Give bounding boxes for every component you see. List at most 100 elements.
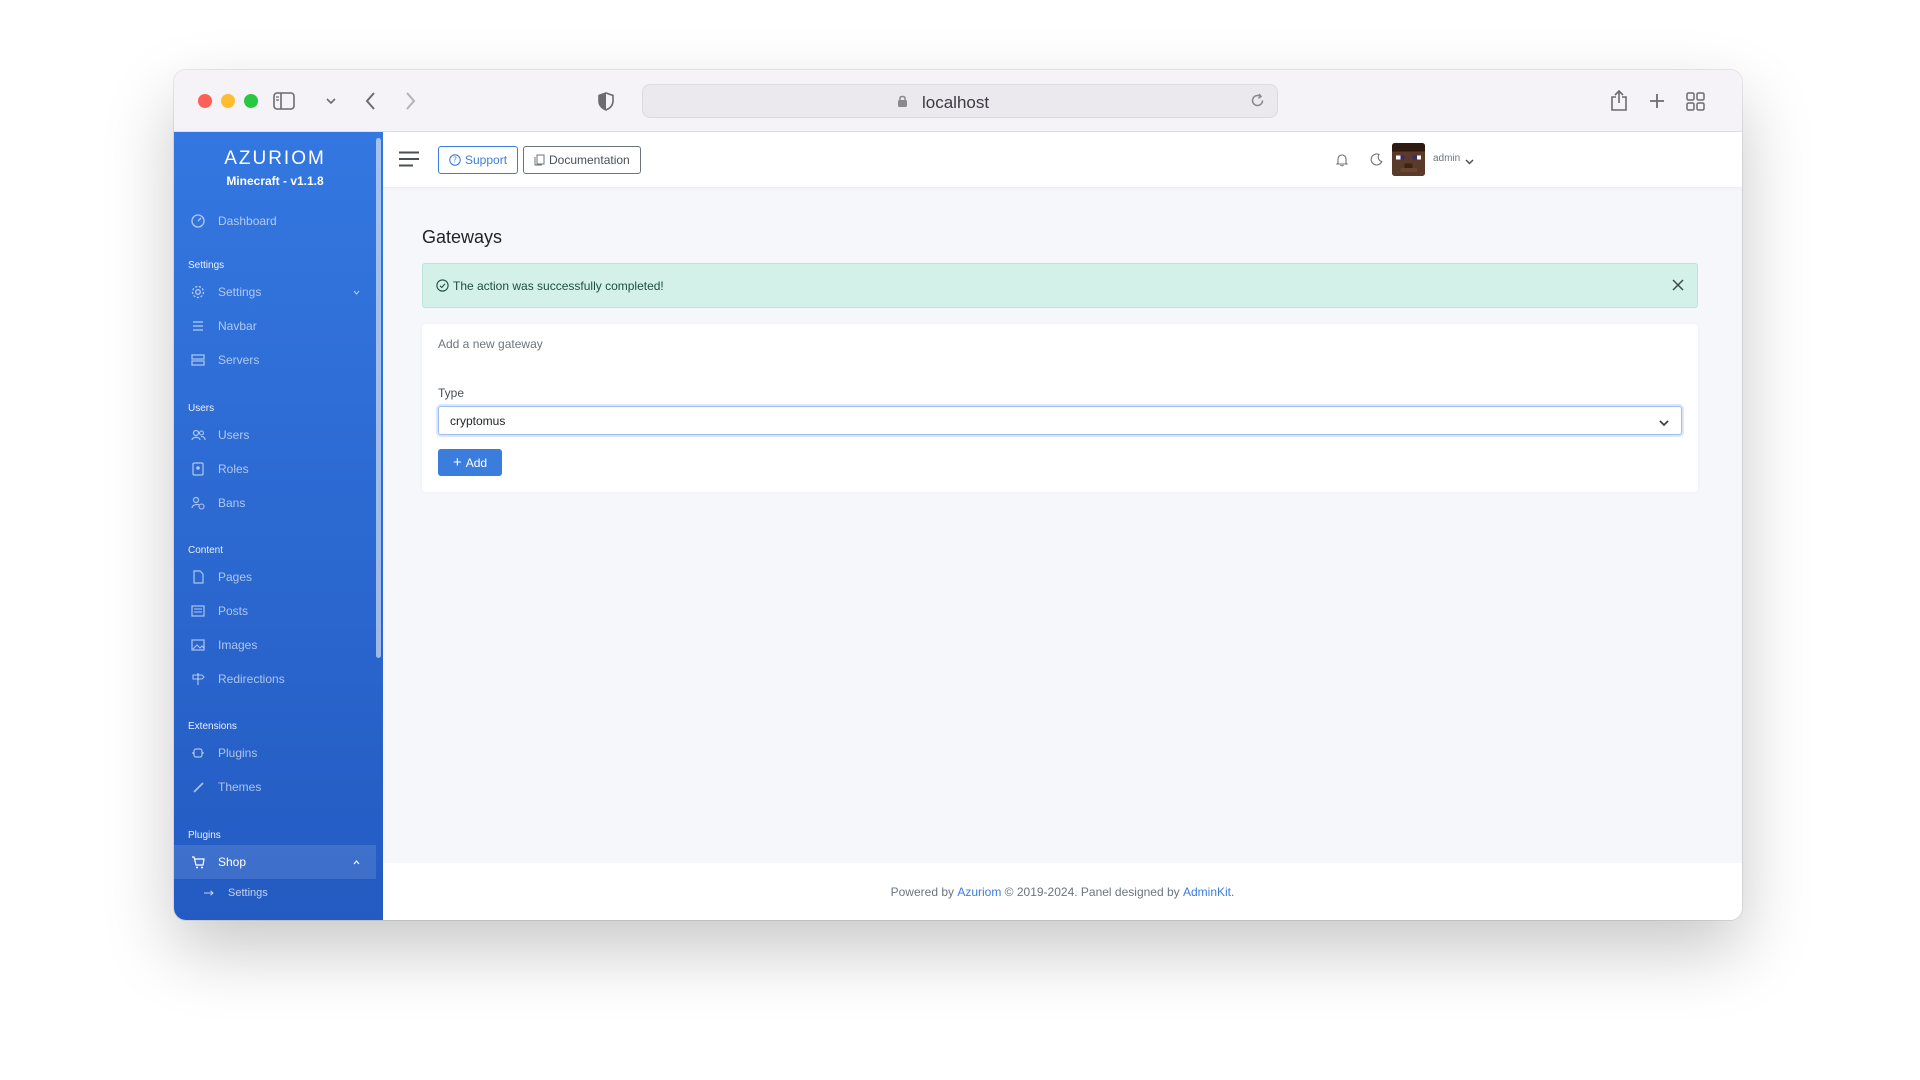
tab-overview-icon[interactable] (1684, 86, 1706, 116)
browser-toolbar: localhost (174, 70, 1742, 132)
sidebar-item-label: Plugins (218, 746, 258, 760)
footer: Powered by Azuriom © 2019-2024. Panel de… (383, 863, 1742, 920)
sidebar-item-label: Users (218, 428, 250, 442)
forward-icon[interactable] (400, 86, 420, 116)
add-button-label: Add (465, 455, 488, 470)
sidebar-item-plugins[interactable]: Plugins (174, 736, 376, 770)
support-button[interactable]: ? Support (438, 146, 519, 174)
address-bar[interactable]: localhost (642, 84, 1278, 118)
sidebar-item-label: Bans (218, 496, 246, 510)
url-text: localhost (922, 93, 990, 112)
sidebar-subitem-label: Settings (228, 887, 268, 899)
check-circle-icon (436, 279, 449, 292)
type-select[interactable]: cryptomus (438, 406, 1682, 435)
sidebar-item-label: Posts (218, 604, 249, 618)
sidebar-scrollbar[interactable] (376, 138, 381, 658)
gear-icon (190, 284, 206, 300)
sidebar-item-roles[interactable]: Roles (174, 452, 376, 486)
sidebar-item-images[interactable]: Images (174, 628, 376, 662)
sidebar-section-users: Users (188, 403, 215, 414)
sidebar-item-themes[interactable]: Themes (174, 770, 376, 804)
brand-logo: AZURIOM (224, 148, 326, 169)
adminkit-link[interactable]: AdminKit (1183, 885, 1231, 899)
reload-icon[interactable] (1250, 93, 1265, 113)
sidebar-subitem-shop-settings[interactable]: Settings (204, 887, 268, 899)
zoom-window-button[interactable] (244, 94, 258, 108)
sidebar-item-dashboard[interactable]: Dashboard (174, 204, 376, 238)
sidebar-item-bans[interactable]: Bans (174, 486, 376, 520)
file-icon (190, 569, 206, 585)
cart-icon (190, 854, 206, 870)
avatar[interactable] (1392, 143, 1425, 176)
sidebar-item-label: Roles (218, 462, 249, 476)
plug-icon (190, 745, 206, 761)
type-select-value: cryptomus (450, 413, 506, 428)
moon-icon[interactable] (1370, 153, 1383, 171)
card-title: Add a new gateway (438, 337, 543, 351)
chevron-down-icon[interactable] (324, 86, 338, 116)
documentation-label: Documentation (549, 153, 630, 167)
sidebar-item-pages[interactable]: Pages (174, 560, 376, 594)
minimize-window-button[interactable] (221, 94, 235, 108)
shield-icon[interactable] (596, 86, 616, 116)
copy-icon (534, 154, 545, 166)
hamburger-icon[interactable] (399, 151, 419, 172)
sidebar-section-extensions: Extensions (188, 721, 237, 732)
sidebar-item-label: Themes (218, 780, 262, 794)
sidebar-item-label: Redirections (218, 672, 285, 686)
sidebar-item-posts[interactable]: Posts (174, 594, 376, 628)
close-window-button[interactable] (198, 94, 212, 108)
sidebar-item-servers[interactable]: Servers (174, 343, 376, 377)
sidebar-item-label: Images (218, 638, 258, 652)
newspaper-icon (190, 603, 206, 619)
chevron-down-icon (353, 287, 360, 298)
user-name[interactable]: admin (1433, 153, 1460, 164)
main-content: Gateways The action was successfully com… (383, 187, 1742, 920)
type-label: Type (438, 386, 465, 400)
users-icon (190, 427, 206, 443)
arrow-right-icon (204, 887, 214, 899)
signpost-icon (190, 671, 206, 687)
sidebar-item-label: Servers (218, 353, 260, 367)
sidebar-item-redirections[interactable]: Redirections (174, 662, 376, 696)
brush-icon (190, 779, 206, 795)
chevron-down-icon (1659, 416, 1669, 430)
svg-text:?: ? (453, 156, 457, 165)
sidebar-item-shop[interactable]: Shop (174, 845, 376, 879)
add-button[interactable]: + Add (438, 449, 502, 476)
lock-icon (897, 94, 908, 113)
back-icon[interactable] (360, 86, 380, 116)
new-tab-icon[interactable] (1646, 86, 1668, 116)
list-icon (190, 318, 206, 334)
bell-icon[interactable] (1335, 153, 1349, 172)
sidebar-item-label: Navbar (218, 319, 257, 333)
documentation-button[interactable]: Documentation (523, 146, 641, 174)
sidebar-item-settings[interactable]: Settings (174, 275, 376, 309)
sidebar-section-settings: Settings (188, 260, 225, 271)
browser-window: localhost AZURIOM Minecraft - v1.1.8 Das… (174, 70, 1742, 920)
chevron-down-icon[interactable] (1465, 152, 1474, 170)
azuriom-link[interactable]: Azuriom (957, 885, 1001, 899)
sidebar-item-label: Settings (218, 285, 262, 299)
close-icon[interactable] (1671, 278, 1685, 295)
share-icon[interactable] (1608, 86, 1630, 116)
id-badge-icon (190, 461, 206, 477)
sidebar-section-content: Content (188, 545, 224, 556)
question-circle-icon: ? (449, 154, 461, 166)
support-label: Support (465, 153, 508, 167)
sidebar-item-label: Pages (218, 570, 253, 584)
add-gateway-card: Add a new gateway Type cryptomus + Add (422, 324, 1698, 492)
chevron-up-icon (353, 857, 360, 868)
sidebar-item-users[interactable]: Users (174, 418, 376, 452)
footer-middle: © 2019-2024. Panel designed by (1001, 884, 1183, 899)
success-alert: The action was successfully completed! (422, 263, 1698, 308)
footer-suffix: . (1231, 884, 1235, 899)
sidebar-item-navbar[interactable]: Navbar (174, 309, 376, 343)
plus-icon: + (452, 454, 462, 471)
page-title: Gateways (422, 227, 503, 247)
brand-version: Minecraft - v1.1.8 (226, 174, 324, 188)
server-icon (190, 352, 206, 368)
sidebar-toggle-icon[interactable] (264, 86, 304, 116)
alert-message: The action was successfully completed! (453, 278, 664, 293)
dashboard-icon (190, 213, 206, 229)
